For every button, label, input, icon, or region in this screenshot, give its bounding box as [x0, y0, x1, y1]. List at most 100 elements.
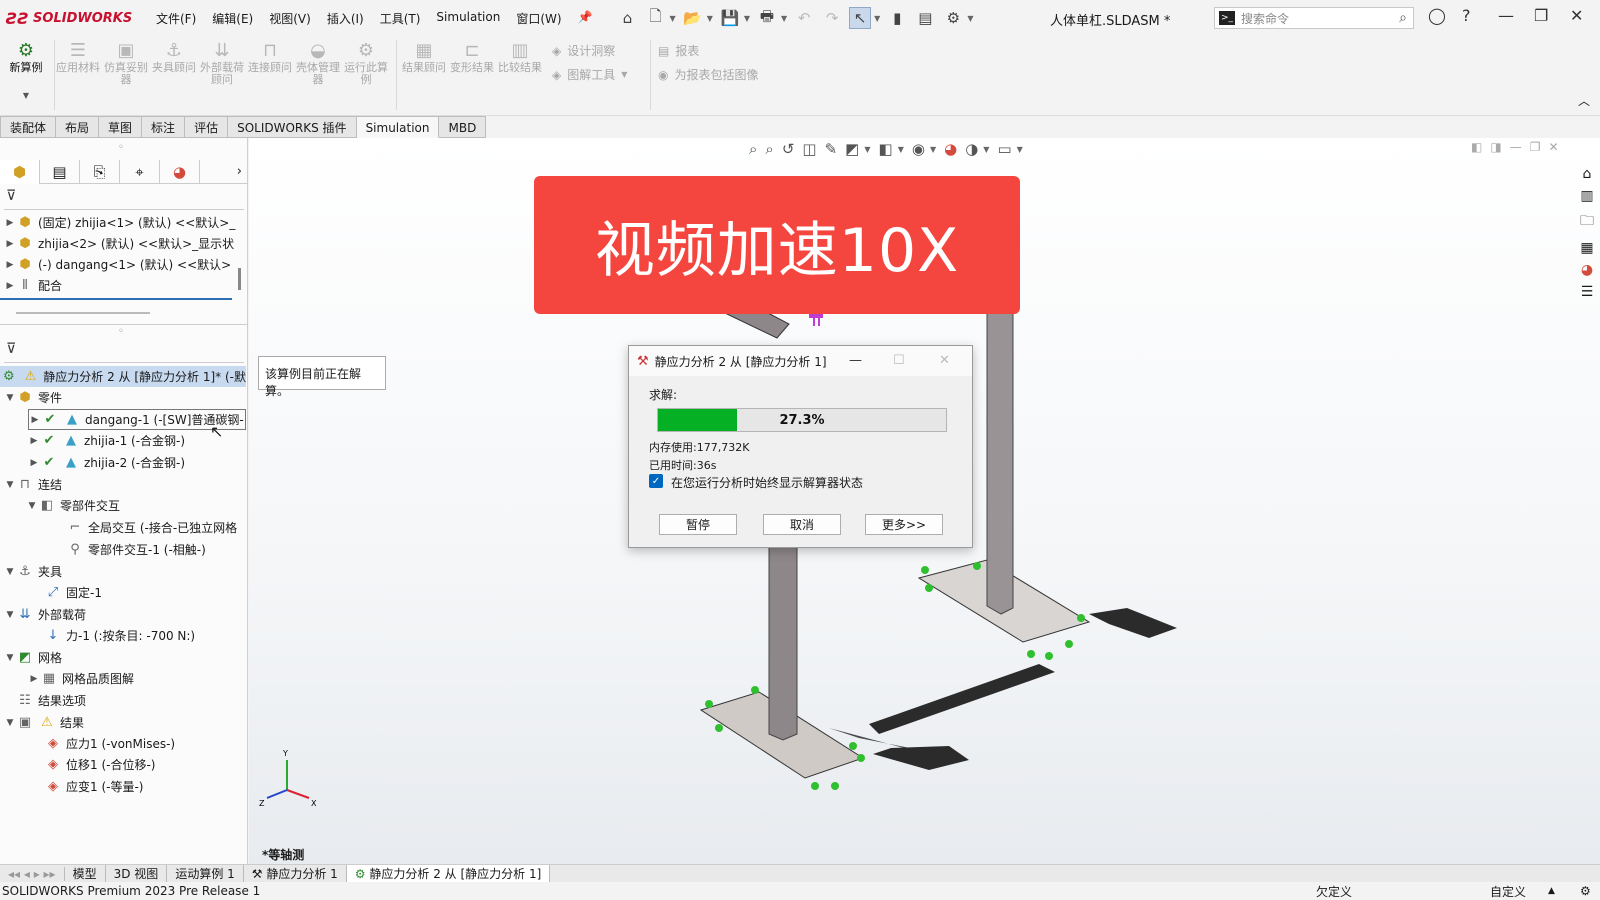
force-1-label[interactable]: 力-1 (:按条目: -700 N:): [66, 627, 195, 644]
tree-filter[interactable]: ⊽: [4, 188, 244, 210]
close-icon[interactable]: ✕: [1570, 6, 1583, 25]
panel-splitter-handle[interactable]: ◦: [118, 326, 124, 337]
apply-material-button[interactable]: ☰ 应用材料: [56, 40, 100, 74]
chevron-down-icon[interactable]: ▼: [707, 14, 713, 23]
tree-scrollbar[interactable]: [238, 268, 241, 290]
restore-icon[interactable]: ❐: [1534, 6, 1548, 25]
minimize-icon[interactable]: —: [849, 353, 862, 368]
chevron-down-icon[interactable]: ▼: [744, 14, 750, 23]
rebuild-icon[interactable]: ⚙: [1580, 884, 1591, 898]
component-interactions-label[interactable]: 零部件交互: [60, 497, 120, 514]
tab-scroll-arrows[interactable]: ◂◂ ◂ ▸ ▸▸: [0, 866, 65, 881]
part-zhijia-1[interactable]: zhijia-1 (-合金钢-): [84, 432, 185, 449]
select-pointer-icon[interactable]: ↖: [849, 7, 872, 29]
tab-simulation[interactable]: Simulation: [356, 116, 440, 138]
pause-button[interactable]: 暂停: [659, 514, 737, 535]
display-manager-tab-icon[interactable]: ◕: [160, 159, 200, 184]
minimize-icon[interactable]: —: [1498, 6, 1514, 25]
pin-icon[interactable]: 📌: [570, 10, 601, 27]
collapse-arrow-icon[interactable]: ▼: [4, 567, 16, 577]
fixed-1-label[interactable]: 固定-1: [66, 584, 102, 601]
tab-addins[interactable]: SOLIDWORKS 插件: [228, 116, 357, 138]
result-options-label[interactable]: 结果选项: [38, 692, 86, 709]
expand-arrow-icon[interactable]: ▶: [28, 436, 40, 446]
strain-plot-label[interactable]: 应变1 (-等量-): [66, 778, 143, 795]
open-folder-icon[interactable]: 📂: [682, 7, 704, 29]
feature-tree-tab-icon[interactable]: ⬢: [0, 159, 40, 184]
traffic-light-icon[interactable]: ▮: [886, 7, 908, 29]
design-insight-button[interactable]: ◈ 设计洞察: [552, 42, 615, 59]
results-advisor-button[interactable]: ▦ 结果顾问: [402, 40, 446, 74]
chevron-right-icon[interactable]: ›: [237, 164, 242, 179]
solidworks-logo[interactable]: ƧƧ SOLIDWORKS: [6, 9, 136, 28]
compare-results-button[interactable]: ▥ 比较结果: [498, 40, 542, 74]
parts-folder-label[interactable]: 零件: [38, 389, 62, 406]
connections-advisor-button[interactable]: ⊓ 连接顾问: [248, 40, 292, 74]
expand-arrow-icon[interactable]: ▶: [4, 218, 16, 228]
mesh-label[interactable]: 网格: [38, 649, 62, 666]
collapse-arrow-icon[interactable]: ▼: [4, 393, 16, 403]
configuration-manager-tab-icon[interactable]: ⎘: [80, 159, 120, 184]
connections-label[interactable]: 连结: [38, 476, 62, 493]
user-account-icon[interactable]: ◯: [1428, 6, 1446, 25]
menu-file[interactable]: 文件(F): [148, 10, 204, 27]
menu-edit[interactable]: 编辑(E): [204, 10, 261, 27]
tree-item-zhijia-1[interactable]: (固定) zhijia<1> (默认) <<默认>_: [38, 214, 235, 231]
menu-simulation[interactable]: Simulation: [428, 10, 508, 27]
redo-icon[interactable]: ↷: [821, 7, 843, 29]
chevron-down-icon[interactable]: ▼: [967, 14, 973, 23]
expand-arrow-icon[interactable]: ▶: [4, 239, 16, 249]
collapse-arrow-icon[interactable]: ▼: [4, 480, 16, 490]
external-loads-label[interactable]: 外部载荷: [38, 606, 86, 623]
external-loads-advisor-button[interactable]: ⇊ 外部载荷顾问: [200, 40, 244, 86]
search-input[interactable]: >_ 搜索命令 ⌕: [1214, 7, 1414, 29]
show-solver-status-checkbox[interactable]: ✓: [649, 474, 663, 488]
tab-markup[interactable]: 标注: [142, 116, 186, 138]
new-document-icon[interactable]: 🗋: [645, 7, 667, 29]
expand-arrow-icon[interactable]: ▶: [28, 674, 40, 684]
displacement-plot-label[interactable]: 位移1 (-合位移-): [66, 756, 155, 773]
dialog-title-bar[interactable]: ⚒ 静应力分析 2 从 [静应力分析 1]: [629, 346, 972, 376]
run-study-button[interactable]: ⚙ 运行此算例: [344, 40, 388, 86]
expand-arrow-icon[interactable]: ▶: [29, 415, 41, 425]
menu-insert[interactable]: 插入(I): [319, 10, 372, 27]
file-properties-icon[interactable]: ▤: [914, 7, 936, 29]
save-icon[interactable]: 💾: [719, 7, 741, 29]
mesh-quality-label[interactable]: 网格品质图解: [62, 670, 134, 687]
undo-icon[interactable]: ↶: [793, 7, 815, 29]
chevron-up-icon[interactable]: ▲: [1548, 886, 1555, 896]
results-label[interactable]: 结果: [60, 714, 84, 731]
property-manager-tab-icon[interactable]: ▤: [40, 159, 80, 184]
chevron-down-icon[interactable]: ▼: [874, 14, 880, 23]
include-image-button[interactable]: ◉ 为报表包括图像: [658, 66, 759, 83]
chevron-down-icon[interactable]: ▼: [781, 14, 787, 23]
simulation-evaluator-button[interactable]: ▣ 仿真妥别器: [104, 40, 148, 86]
tab-model[interactable]: 模型: [65, 865, 106, 882]
interaction-1-label[interactable]: 零部件交互-1 (-相触-): [88, 541, 206, 558]
part-zhijia-2[interactable]: zhijia-2 (-合金钢-): [84, 454, 185, 471]
collapse-arrow-icon[interactable]: ▼: [4, 718, 16, 728]
gear-icon[interactable]: ⚙: [942, 7, 964, 29]
expand-arrow-icon[interactable]: ▶: [28, 458, 40, 468]
new-study-button[interactable]: ⚙ 新算例 ▼: [4, 40, 48, 102]
report-button[interactable]: ▤ 报表: [658, 42, 699, 59]
chevron-down-icon[interactable]: ▼: [670, 14, 676, 23]
sim-tree-filter[interactable]: ⊽: [4, 341, 244, 363]
dimxpert-tab-icon[interactable]: ⌖: [120, 159, 160, 184]
shell-manager-button[interactable]: ◒ 壳体管理器: [296, 40, 340, 86]
home-icon[interactable]: ⌂: [617, 7, 639, 29]
collapse-arrow-icon[interactable]: ▼: [4, 610, 16, 620]
menu-tools[interactable]: 工具(T): [372, 10, 429, 27]
expand-arrow-icon[interactable]: ▶: [4, 281, 16, 291]
study-row[interactable]: ⚙ ⚠ 静应力分析 2 从 [静应力分析 1]* (-默: [0, 366, 246, 387]
tab-evaluate[interactable]: 评估: [185, 116, 229, 138]
tree-item-mates[interactable]: 配合: [38, 277, 62, 294]
stress-plot-label[interactable]: 应力1 (-vonMises-): [66, 735, 175, 752]
tab-sketch[interactable]: 草图: [99, 116, 143, 138]
tree-item-zhijia-2[interactable]: zhijia<2> (默认) <<默认>_显示状: [38, 235, 234, 252]
tab-mbd[interactable]: MBD: [439, 116, 487, 138]
fixtures-label[interactable]: 夹具: [38, 563, 62, 580]
menu-view[interactable]: 视图(V): [261, 10, 319, 27]
tab-assembly[interactable]: 装配体: [0, 116, 57, 138]
collapse-arrow-icon[interactable]: ▼: [4, 653, 16, 663]
